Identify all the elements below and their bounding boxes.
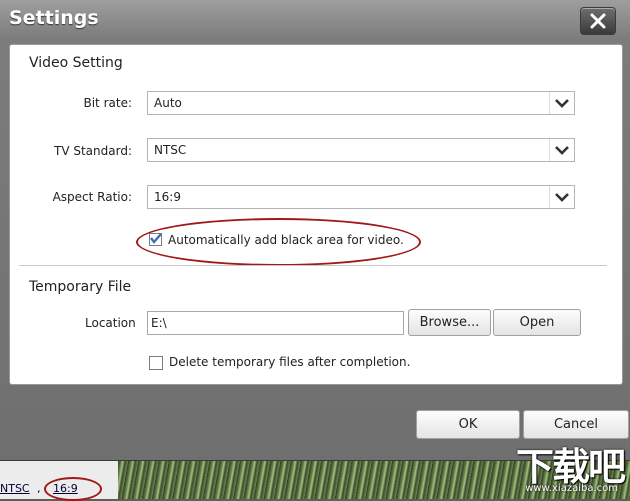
location-label: Location	[85, 316, 136, 330]
annotation-ellipse	[44, 477, 102, 501]
delete-temp-checkbox[interactable]	[149, 356, 163, 370]
status-standard[interactable]: NTSC	[0, 482, 30, 495]
location-value: E:\	[151, 316, 167, 330]
cancel-button[interactable]: Cancel	[523, 410, 629, 439]
settings-dialog: Settings Video Setting Bit rate: Auto TV…	[0, 0, 630, 461]
chevron-down-icon[interactable]	[549, 186, 574, 208]
aspect-ratio-label: Aspect Ratio:	[52, 190, 132, 204]
chevron-down-icon[interactable]	[549, 92, 574, 114]
aspect-ratio-value: 16:9	[154, 190, 181, 204]
aspect-ratio-select[interactable]: 16:9	[147, 185, 575, 209]
section-divider	[19, 265, 607, 266]
watermark-url: www.xiazaiba.com	[525, 483, 618, 494]
title-bar: Settings	[0, 0, 630, 40]
chevron-down-icon[interactable]	[549, 139, 574, 161]
close-icon	[590, 13, 606, 29]
delete-temp-label[interactable]: Delete temporary files after completion.	[169, 355, 410, 369]
tv-standard-label: TV Standard:	[54, 144, 132, 158]
video-section-title: Video Setting	[29, 55, 123, 71]
bitrate-label: Bit rate:	[83, 96, 132, 110]
close-button[interactable]	[580, 7, 616, 35]
annotation-ellipse	[136, 218, 421, 266]
dialog-title: Settings	[9, 7, 99, 29]
open-button[interactable]: Open	[493, 309, 581, 336]
location-input[interactable]: E:\	[147, 311, 404, 335]
bitrate-select[interactable]: Auto	[147, 91, 575, 115]
browse-button[interactable]: Browse...	[408, 309, 491, 336]
ok-button[interactable]: OK	[416, 410, 520, 439]
tv-standard-select[interactable]: NTSC	[147, 138, 575, 162]
settings-panel: Video Setting Bit rate: Auto TV Standard…	[9, 44, 623, 385]
status-area: NTSC , 16:9	[0, 461, 119, 501]
temp-section-title: Temporary File	[29, 279, 132, 295]
tv-standard-value: NTSC	[154, 143, 187, 157]
bitrate-value: Auto	[154, 96, 182, 110]
status-separator: ,	[37, 482, 41, 495]
